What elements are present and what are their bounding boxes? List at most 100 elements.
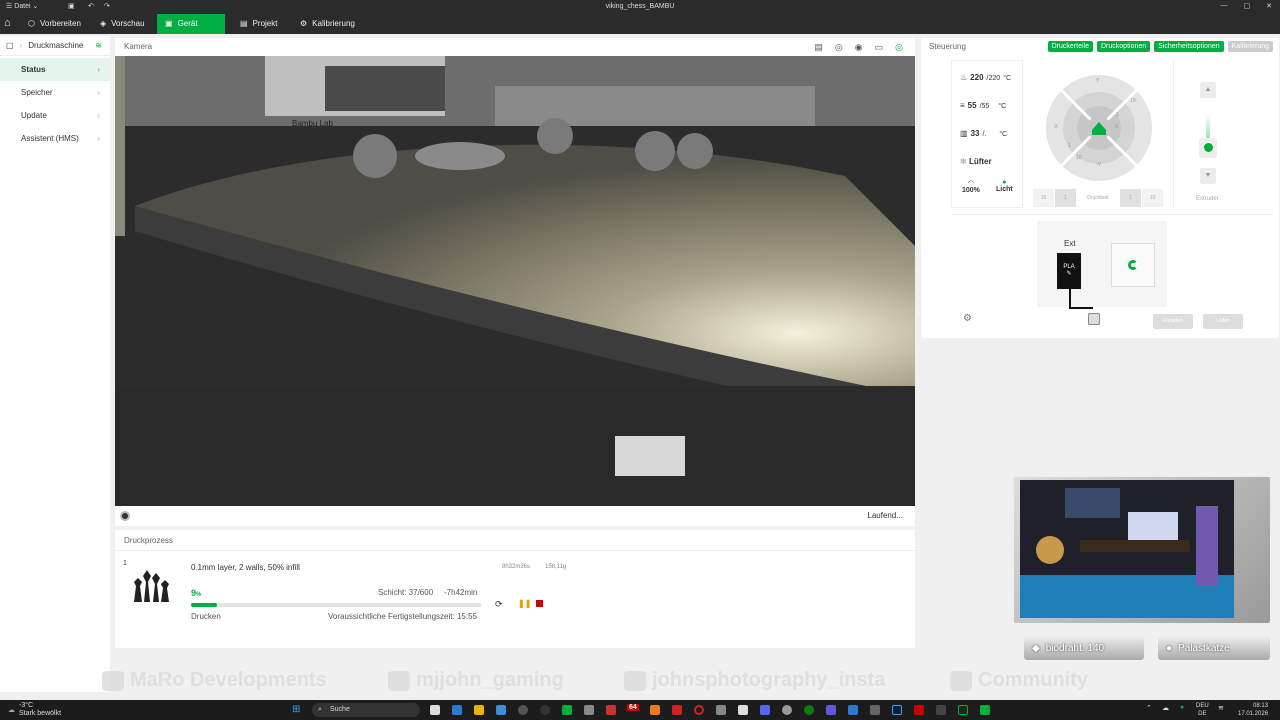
task-view-icon[interactable] xyxy=(430,705,440,715)
app-icon[interactable] xyxy=(826,705,836,715)
app-icon[interactable] xyxy=(958,705,968,715)
app-icon[interactable] xyxy=(914,705,924,715)
close-icon[interactable]: ✕ xyxy=(1266,2,1272,10)
print-options-button[interactable]: Druckoptionen xyxy=(1097,41,1151,52)
unload-button[interactable]: Entladen xyxy=(1153,314,1193,329)
minimize-icon[interactable]: — xyxy=(1221,2,1228,10)
photoshop-icon[interactable] xyxy=(892,705,902,715)
bambu-studio-icon[interactable] xyxy=(562,705,572,715)
camera-image: Bambu Lab xyxy=(115,56,915,506)
app-icon[interactable] xyxy=(848,705,858,715)
fan-header: ✻ Lüfter xyxy=(960,157,992,166)
viewer-badge: ● Palastkatze xyxy=(1158,636,1270,660)
printer-icon: ▢ xyxy=(6,41,14,50)
printer-parts-button[interactable]: Druckerteile xyxy=(1047,41,1093,52)
xbox-icon[interactable] xyxy=(804,705,814,715)
z-up-10[interactable]: 10 xyxy=(1033,189,1054,207)
pause-button[interactable]: ❚❚ xyxy=(518,599,531,608)
timelapse-icon[interactable]: ◎ xyxy=(835,42,843,53)
app-icon[interactable] xyxy=(738,705,748,715)
user-icon: ● xyxy=(1166,642,1173,654)
video-icon[interactable]: ▭ xyxy=(875,42,884,53)
sidebar-item-speicher[interactable]: Speicher › xyxy=(0,81,110,104)
chevron-right-icon: › xyxy=(97,88,100,97)
fan-value: 100% xyxy=(962,187,980,194)
lang-secondary: DE xyxy=(1198,711,1207,717)
clock[interactable]: 08:13 17.01.2026 xyxy=(1238,702,1268,718)
windows-start-icon[interactable]: ⊞ xyxy=(292,704,300,715)
record-button[interactable] xyxy=(120,511,130,521)
app-icon[interactable]: 64 xyxy=(627,704,639,711)
calibration-button[interactable]: Kalibrierung xyxy=(1227,41,1273,52)
title-bar: ☰ Datei ⌄ ▣ ↶ ↷ viking_chess_BAMBU — ▢ ✕ xyxy=(0,0,1280,14)
stop-button[interactable] xyxy=(536,600,543,607)
extruder-box: ▲ ▼ Extruder xyxy=(1173,60,1273,208)
device-icon: ▣ xyxy=(165,19,173,28)
live-icon[interactable]: ◎ xyxy=(895,42,903,53)
tray-app-icon[interactable]: ● xyxy=(1180,704,1184,711)
weather-widget[interactable]: ☁ -3°C Stark bewölkt xyxy=(8,702,61,718)
sidebar-item-label: Speicher xyxy=(21,88,53,97)
banner-text: mjjohn_gaming xyxy=(416,669,564,691)
light-toggle[interactable]: ● Licht xyxy=(996,179,1013,193)
bed-temp[interactable]: ≡ 55 /55 °C xyxy=(960,101,1006,110)
record-icon[interactable]: ◉ xyxy=(855,42,863,53)
app-icon[interactable] xyxy=(606,705,616,715)
nozzle-target: /220 xyxy=(986,75,1001,82)
ext-spool-slot[interactable]: PLA ✎ xyxy=(1057,253,1081,289)
fan-speed[interactable]: ◠ 100% xyxy=(962,179,980,194)
refresh-icon[interactable]: ⟳ xyxy=(495,599,503,610)
printer-selector[interactable]: ▢ › Druckmaschine ≋ xyxy=(0,36,110,56)
z-up-1[interactable]: 1 xyxy=(1055,189,1076,207)
wifi-icon[interactable]: ≋ xyxy=(1218,704,1224,712)
extruder-up-button[interactable]: ▲ xyxy=(1200,82,1216,98)
app-icon[interactable] xyxy=(870,705,880,715)
app-icon[interactable] xyxy=(496,705,506,715)
sidebar-item-label: Status xyxy=(21,65,46,74)
extruder-down-button[interactable]: ▼ xyxy=(1200,168,1216,184)
app-icon[interactable] xyxy=(518,705,528,715)
maximize-icon[interactable]: ▢ xyxy=(1244,2,1251,10)
tray-chevron-icon[interactable]: ⌃ xyxy=(1146,704,1152,712)
explorer-icon[interactable] xyxy=(474,705,484,715)
bed-label: Druckbett xyxy=(1087,195,1109,201)
app-icon[interactable] xyxy=(716,705,726,715)
ams-settings-icon[interactable]: ⚙ xyxy=(963,313,972,324)
tab-geraet[interactable]: ▣ Gerät xyxy=(157,14,225,34)
control-label: Steuerung xyxy=(929,42,966,51)
tab-vorschau[interactable]: ◈ Vorschau xyxy=(92,14,153,34)
nozzle-temp[interactable]: ♨ 220 /220 °C xyxy=(960,73,1011,82)
banner-item: johnsphotography_insta xyxy=(624,669,885,692)
project-icon: ▤ xyxy=(240,19,248,28)
app-icon[interactable] xyxy=(672,705,682,715)
tab-vorbereiten[interactable]: ⬡ Vorbereiten xyxy=(20,14,89,34)
home-icon[interactable]: ⌂ xyxy=(4,17,11,29)
app-icon[interactable] xyxy=(936,705,946,715)
sd-card-icon[interactable]: ▤ xyxy=(814,42,823,53)
opera-icon[interactable] xyxy=(694,705,704,715)
app-icon[interactable] xyxy=(650,705,660,715)
app-icon[interactable] xyxy=(980,705,990,715)
nozzle-current: 220 xyxy=(970,73,984,82)
tab-kalibrierung[interactable]: ⚙ Kalibrierung xyxy=(292,14,363,34)
taskbar-search[interactable]: ⌕ Suche xyxy=(312,703,420,717)
z-down-1[interactable]: 1 xyxy=(1120,189,1141,207)
sidebar-item-update[interactable]: Update › xyxy=(0,104,110,127)
chamber-icon: ▥ xyxy=(960,129,968,138)
z-down-10[interactable]: 10 xyxy=(1142,189,1163,207)
app-icon[interactable] xyxy=(584,705,594,715)
sidebar-item-status[interactable]: Status › xyxy=(0,58,110,81)
language-indicator[interactable]: DEU DE xyxy=(1196,702,1209,718)
extruder-label: Extruder xyxy=(1196,196,1219,202)
app-icon[interactable] xyxy=(782,705,792,715)
cloud-tray-icon[interactable]: ☁ xyxy=(1162,704,1169,712)
tab-projekt[interactable]: ▤ Projekt xyxy=(232,14,285,34)
app-icon[interactable] xyxy=(452,705,462,715)
z-label: 1 xyxy=(1064,195,1067,201)
safety-options-button[interactable]: Sicherheitsoptionen xyxy=(1154,41,1224,52)
discord-icon[interactable] xyxy=(760,705,770,715)
app-icon[interactable] xyxy=(540,705,550,715)
sidebar-item-hms[interactable]: Assistent (HMS) › xyxy=(0,127,110,150)
print-state: Drucken xyxy=(191,612,221,621)
load-button[interactable]: Laden xyxy=(1203,314,1243,329)
